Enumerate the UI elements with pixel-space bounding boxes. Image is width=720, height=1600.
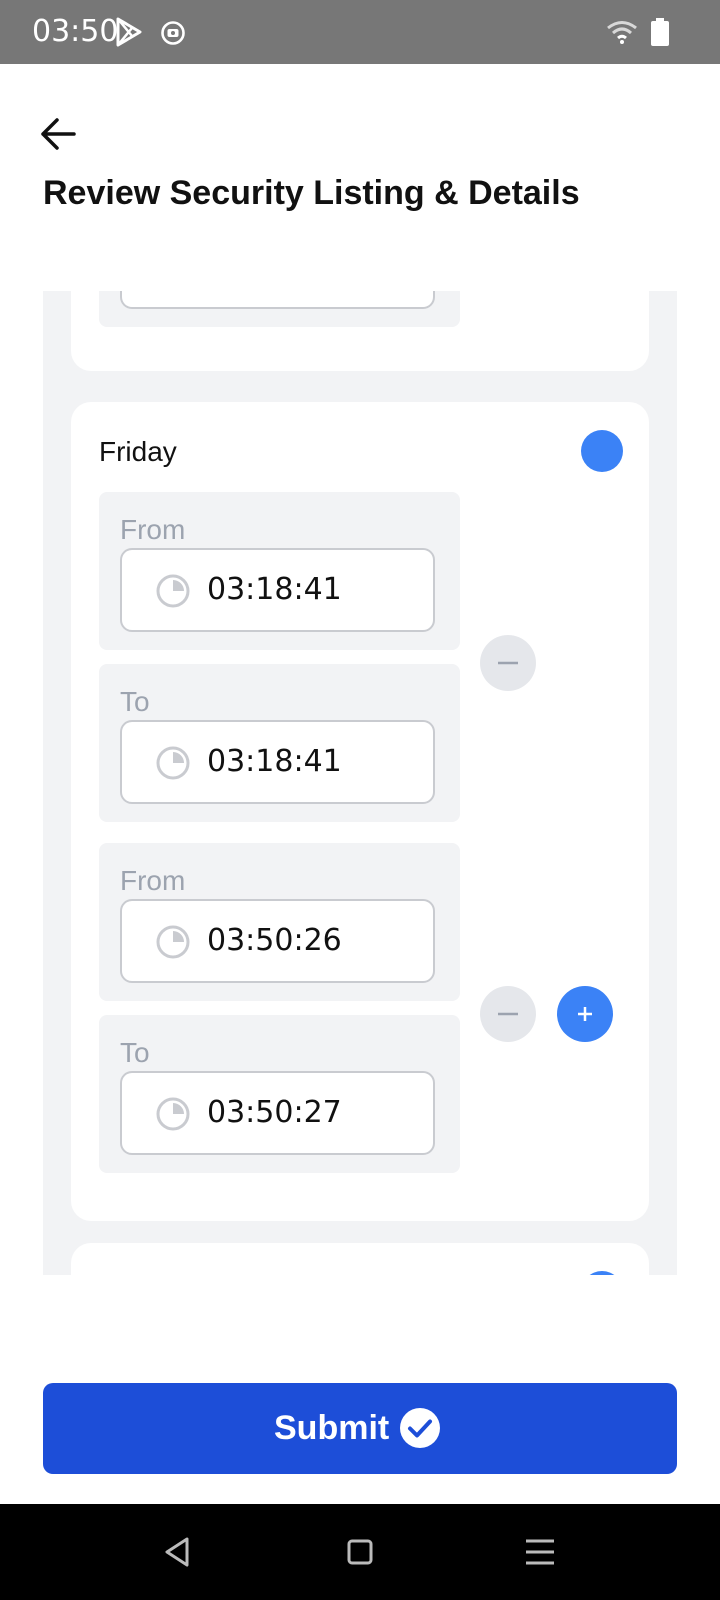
day-label: Friday bbox=[99, 436, 177, 467]
clock-icon bbox=[156, 574, 190, 608]
to-time-box: To 03:50:27 bbox=[99, 1015, 460, 1173]
menu-lines-icon[interactable] bbox=[522, 1534, 558, 1570]
battery-icon bbox=[651, 18, 669, 46]
from-time-field[interactable]: 03:18:41 bbox=[120, 548, 435, 632]
wifi-icon bbox=[607, 21, 637, 44]
from-time-box: From 03:18:41 bbox=[99, 492, 460, 650]
schedule-scroll-panel[interactable]: Friday From 03:18:41 To 03:18:41 From 03… bbox=[43, 291, 677, 1275]
navigation-bar bbox=[0, 1504, 720, 1600]
plus-icon bbox=[578, 1007, 592, 1021]
submit-label: Submit bbox=[274, 1409, 390, 1447]
day-card-friday: Friday From 03:18:41 To 03:18:41 From 03… bbox=[71, 402, 649, 1221]
previous-day-card bbox=[71, 291, 649, 371]
page-title: Review Security Listing & Details bbox=[43, 174, 580, 212]
previous-time-box bbox=[99, 291, 460, 327]
from-time-value: 03:18:41 bbox=[207, 572, 342, 607]
add-slot-button[interactable] bbox=[557, 986, 613, 1042]
minus-icon bbox=[498, 661, 518, 665]
play-store-icon bbox=[116, 17, 142, 47]
clock-icon bbox=[156, 746, 190, 780]
remove-slot-button[interactable] bbox=[480, 986, 536, 1042]
to-label: To bbox=[120, 686, 150, 717]
day-toggle[interactable] bbox=[581, 1271, 623, 1275]
to-time-value: 03:50:27 bbox=[207, 1095, 342, 1130]
from-time-field[interactable]: 03:50:26 bbox=[120, 899, 435, 983]
status-bar: 03:50 bbox=[0, 0, 720, 64]
to-time-field[interactable]: 03:50:27 bbox=[120, 1071, 435, 1155]
day-toggle[interactable] bbox=[581, 430, 623, 472]
to-time-field[interactable]: 03:18:41 bbox=[120, 720, 435, 804]
from-label: From bbox=[120, 865, 186, 896]
from-label: From bbox=[120, 514, 186, 545]
minus-icon bbox=[498, 1012, 518, 1016]
arrow-left-icon[interactable] bbox=[38, 116, 78, 152]
next-day-card bbox=[71, 1243, 649, 1275]
clock-icon bbox=[156, 1097, 190, 1131]
back-triangle-icon[interactable] bbox=[160, 1534, 196, 1570]
to-label: To bbox=[120, 1037, 150, 1068]
remove-slot-button[interactable] bbox=[480, 635, 536, 691]
from-time-value: 03:50:26 bbox=[207, 923, 342, 958]
clock-icon bbox=[156, 925, 190, 959]
status-time: 03:50 bbox=[32, 14, 119, 49]
home-square-icon[interactable] bbox=[342, 1534, 378, 1570]
from-time-box: From 03:50:26 bbox=[99, 843, 460, 1001]
record-icon bbox=[161, 21, 185, 45]
submit-button[interactable]: Submit bbox=[43, 1383, 677, 1474]
to-time-value: 03:18:41 bbox=[207, 744, 342, 779]
to-time-box: To 03:18:41 bbox=[99, 664, 460, 822]
previous-time-field[interactable] bbox=[120, 291, 435, 309]
check-circle-icon bbox=[400, 1408, 440, 1448]
